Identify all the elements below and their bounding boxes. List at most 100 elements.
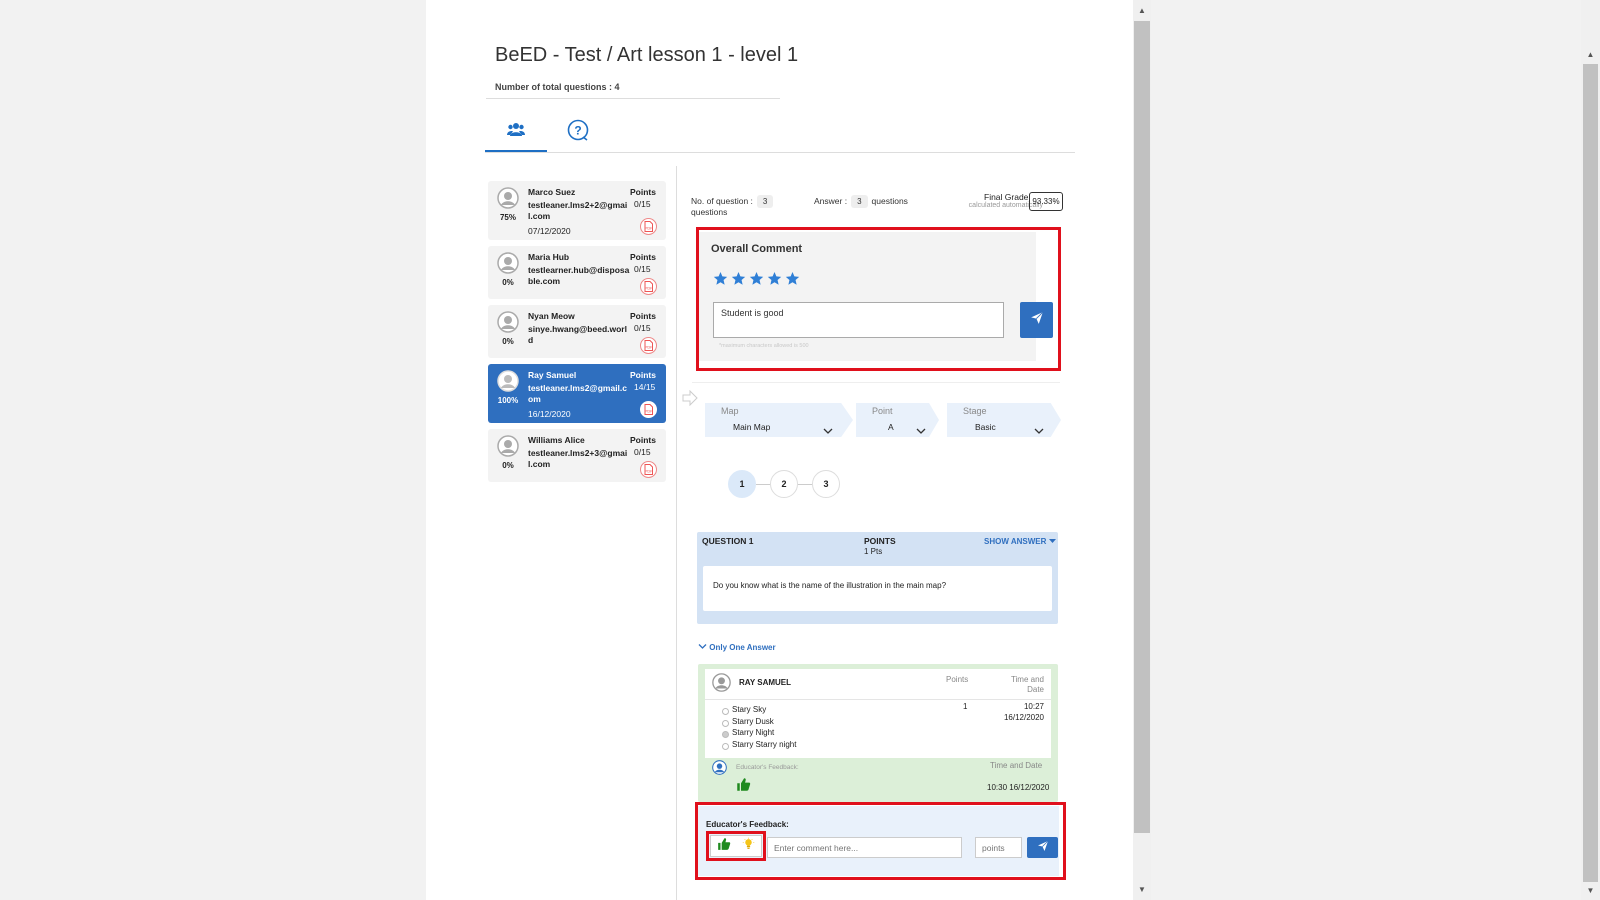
chevron-down-icon: [698, 643, 707, 652]
points-label: Points: [630, 187, 656, 197]
users-icon: [507, 122, 525, 141]
student-card[interactable]: 0% Nyan Meow sinye.hwang@beed.world Poin…: [488, 305, 666, 358]
student-email: testleaner.lms2@gmail.com: [528, 383, 628, 404]
feedback-comment-input[interactable]: [767, 837, 962, 858]
answer-option: Starry Dusk: [722, 716, 796, 728]
radio-button: [722, 742, 729, 750]
answer-suffix: questions: [871, 196, 908, 206]
question-label: QUESTION 1: [702, 536, 754, 546]
avatar: [497, 311, 519, 333]
star-icon[interactable]: [731, 271, 746, 291]
star-icon[interactable]: [767, 271, 782, 291]
points-label: Points: [630, 435, 656, 445]
svg-text:PDF: PDF: [645, 345, 653, 350]
pdf-icon[interactable]: PDF: [640, 461, 657, 478]
answer-option: Starry Night: [722, 727, 796, 739]
stage-label: Stage: [963, 406, 987, 416]
student-email: testleaner.lms2+2@gmail.com: [528, 200, 628, 221]
feedback-form-label: Educator's Feedback:: [706, 820, 789, 829]
step-3[interactable]: 3: [812, 470, 840, 498]
pdf-icon[interactable]: PDF: [640, 337, 657, 354]
scroll-up-arrow-icon[interactable]: ▲: [1581, 48, 1600, 62]
avatar: [497, 187, 519, 209]
star-icon[interactable]: [713, 271, 728, 291]
tab-divider: [485, 152, 1075, 153]
answer-time-header-1: Time and: [1010, 675, 1044, 684]
star-rating[interactable]: [713, 271, 800, 291]
map-dropdown[interactable]: Map Main Map: [705, 403, 853, 437]
highlight-box: [706, 831, 766, 861]
page-scrollbar[interactable]: ▲ ▼: [1133, 0, 1151, 900]
feedback-time-label: Time and Date: [990, 761, 1043, 770]
student-card[interactable]: 0% Williams Alice testleaner.lms2+3@gmai…: [488, 429, 666, 482]
avatar: [712, 673, 731, 697]
step-2[interactable]: 2: [770, 470, 798, 498]
tab-students[interactable]: [485, 112, 547, 152]
show-answer-button[interactable]: SHOW ANSWER: [984, 537, 1056, 546]
svg-text:PDF: PDF: [645, 286, 653, 291]
svg-text:PDF: PDF: [645, 409, 653, 414]
final-grade-sub: calculated automatically: [968, 202, 1043, 209]
divider: [692, 382, 1060, 383]
thumbs-up-icon: [736, 777, 751, 797]
svg-text:PDF: PDF: [645, 469, 653, 474]
scrollbar-thumb[interactable]: [1583, 64, 1598, 882]
scroll-down-arrow-icon[interactable]: ▼: [1133, 883, 1151, 897]
student-date: 07/12/2020: [528, 226, 571, 236]
window-scrollbar[interactable]: ▲ ▼: [1581, 0, 1600, 900]
answer-option: Starry Starry night: [722, 739, 796, 751]
show-answer-label: SHOW ANSWER: [984, 537, 1047, 546]
questions-word: questions: [691, 207, 728, 217]
svg-text:?: ?: [574, 123, 581, 137]
star-icon[interactable]: [749, 271, 764, 291]
student-name: Nyan Meow: [528, 311, 575, 321]
student-card[interactable]: 75% Marco Suez testleaner.lms2+2@gmail.c…: [488, 181, 666, 240]
divider: [705, 699, 1051, 700]
pointer-arrow-icon: [682, 389, 698, 411]
answer-value: 3: [851, 195, 868, 208]
page-title: BeED - Test / Art lesson 1 - level 1: [495, 44, 799, 66]
student-card[interactable]: 0% Maria Hub testlearner.hub@disposable.…: [488, 246, 666, 299]
pdf-icon[interactable]: PDF: [640, 278, 657, 295]
question-text: Do you know what is the name of the illu…: [703, 566, 1052, 611]
stage-dropdown[interactable]: Stage Basic: [947, 403, 1061, 437]
student-date: 16/12/2020: [528, 409, 571, 419]
final-grade-label: Final Grade: [984, 192, 1029, 202]
question-points-label: POINTS: [864, 536, 896, 546]
send-feedback-button[interactable]: [1027, 837, 1058, 858]
student-card-selected[interactable]: 100% Ray Samuel testleaner.lms2@gmail.co…: [488, 364, 666, 423]
step-connector: [798, 483, 812, 485]
answer-type-label: Only One Answer: [709, 643, 776, 652]
step-connector: [756, 483, 770, 485]
answer-points-header: Points: [946, 675, 969, 684]
answer-student-name: RAY SAMUEL: [739, 678, 792, 687]
student-percent: 0%: [502, 461, 514, 470]
student-email: sinye.hwang@beed.world: [528, 324, 627, 345]
answer-time: 10:27: [1023, 702, 1044, 711]
pdf-icon[interactable]: PDF: [640, 218, 657, 235]
scroll-up-arrow-icon[interactable]: ▲: [1133, 4, 1151, 18]
answer-type-toggle[interactable]: Only One Answer: [698, 643, 776, 652]
point-dropdown[interactable]: Point A: [856, 403, 939, 437]
chevron-down-icon: [1034, 422, 1044, 437]
feedback-points-input[interactable]: [975, 837, 1022, 858]
star-icon[interactable]: [785, 271, 800, 291]
question-points-value: 1 Pts: [864, 547, 883, 556]
send-comment-button[interactable]: [1020, 302, 1053, 338]
avatar: [497, 370, 519, 392]
radio-button: [722, 708, 729, 716]
column-divider: [676, 166, 677, 900]
map-label: Map: [721, 406, 739, 416]
tab-questions[interactable]: ?: [547, 112, 609, 152]
scrollbar-thumb[interactable]: [1134, 21, 1150, 833]
stage-value: Basic: [975, 422, 996, 432]
overall-comment-input[interactable]: Student is good: [713, 302, 1004, 338]
scroll-down-arrow-icon[interactable]: ▼: [1581, 884, 1600, 898]
points-label: Points: [630, 252, 656, 262]
student-name: Maria Hub: [528, 252, 570, 262]
avatar: [497, 435, 519, 457]
step-1[interactable]: 1: [728, 470, 756, 498]
send-icon: [1037, 839, 1049, 857]
divider: [486, 98, 780, 99]
pdf-icon[interactable]: PDF: [640, 401, 657, 418]
